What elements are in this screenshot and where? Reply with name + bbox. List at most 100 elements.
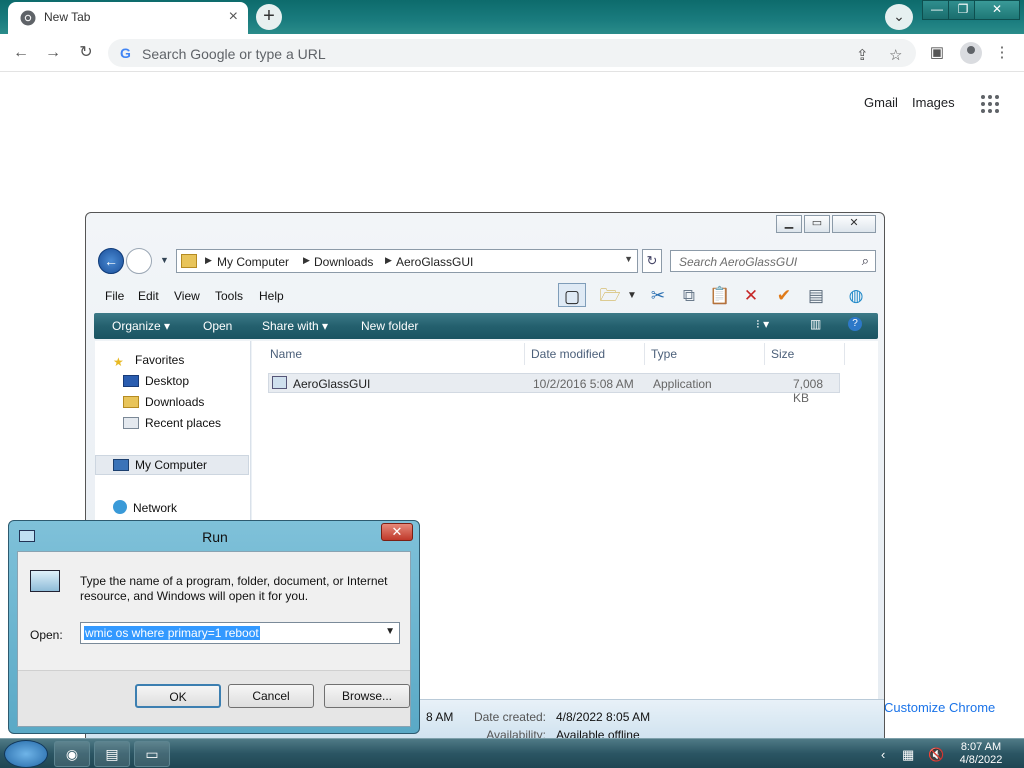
properties-icon[interactable]: ▤: [802, 283, 830, 309]
refresh-icon[interactable]: ↻: [642, 249, 662, 273]
nav-downloads[interactable]: Downloads: [123, 395, 204, 409]
address-dropdown-icon[interactable]: ▼: [624, 254, 633, 264]
run-icon: [30, 570, 60, 592]
browse-button[interactable]: Browse...: [324, 684, 410, 708]
breadcrumb-aeroglassgui[interactable]: AeroGlassGUI: [396, 255, 473, 269]
favorites-star-icon: ★: [113, 355, 124, 369]
new-tab-button[interactable]: +: [256, 4, 282, 30]
reload-icon[interactable]: ↻: [75, 42, 97, 64]
nav-favorites[interactable]: ★ Favorites: [113, 353, 184, 369]
delete-icon[interactable]: ✕: [737, 283, 765, 309]
recent-pages-dropdown-icon[interactable]: ▼: [160, 255, 169, 265]
details-created-label: Date created:: [473, 710, 546, 724]
taskbar-run-icon[interactable]: ▭: [134, 741, 170, 767]
cancel-button[interactable]: Cancel: [228, 684, 314, 708]
column-date-modified[interactable]: Date modified: [531, 347, 605, 361]
explorer-minimize-button[interactable]: ▁: [776, 215, 802, 233]
tab-new-tab[interactable]: New Tab ×: [8, 2, 248, 34]
menu-file[interactable]: File: [105, 289, 124, 303]
star-icon[interactable]: ☆: [889, 46, 902, 64]
explorer-back-icon[interactable]: ←: [98, 248, 124, 274]
gmail-link[interactable]: Gmail: [864, 95, 898, 110]
recent-places-icon: [123, 417, 139, 429]
taskbar-chrome-icon[interactable]: ◉: [54, 741, 90, 767]
column-name[interactable]: Name: [270, 347, 302, 361]
breadcrumb-separator-icon[interactable]: ▶: [205, 255, 212, 266]
clock[interactable]: 8:07 AM 4/8/2022: [956, 741, 1006, 767]
column-type[interactable]: Type: [651, 347, 677, 361]
explorer-maximize-button[interactable]: ▭: [804, 215, 830, 233]
breadcrumb-downloads[interactable]: Downloads: [314, 255, 373, 269]
omnibox[interactable]: G Search Google or type a URL ⇪ ☆: [108, 39, 916, 67]
file-type: Application: [653, 377, 712, 391]
volume-muted-icon[interactable]: 🔇: [928, 747, 944, 763]
customize-chrome-button[interactable]: Customize Chrome: [884, 700, 995, 715]
forward-icon[interactable]: →: [42, 42, 64, 64]
help-icon[interactable]: ?: [848, 317, 862, 331]
breadcrumb-separator-icon[interactable]: ▶: [303, 255, 310, 266]
explorer-window-controls: ▁ ▭ ✕: [776, 215, 876, 233]
desktop-icon: [123, 375, 139, 387]
close-window-button[interactable]: ✕: [974, 0, 1020, 20]
apps-icon[interactable]: [981, 95, 999, 113]
combo-dropdown-icon[interactable]: ▼: [385, 626, 395, 637]
details-created-value: 4/8/2022 8:05 AM: [556, 710, 651, 724]
paste-icon[interactable]: 📋: [706, 283, 734, 309]
network-icon: [113, 500, 127, 514]
file-size: 7,008 KB: [793, 377, 824, 405]
nav-desktop[interactable]: Desktop: [123, 374, 189, 388]
open-button[interactable]: Open: [203, 319, 232, 333]
plus-icon: +: [263, 5, 275, 27]
sidepanel-icon[interactable]: ▣: [926, 42, 948, 64]
layout-pane-icon[interactable]: ▢: [558, 283, 586, 307]
nav-recent-places[interactable]: Recent places: [123, 416, 221, 430]
view-options-icon[interactable]: ⁝ ▾: [756, 317, 769, 331]
start-icon[interactable]: [4, 740, 48, 768]
cut-icon[interactable]: ✂: [644, 283, 672, 309]
nav-my-computer[interactable]: My Computer: [113, 458, 207, 472]
open-label: Open:: [30, 628, 63, 642]
more-icon[interactable]: ⋮: [991, 42, 1013, 64]
taskbar: ◉ ▤ ▭ ‹ ▦ 🔇 8:07 AM 4/8/2022: [0, 738, 1024, 768]
new-folder-button[interactable]: New folder: [361, 319, 418, 333]
menu-view[interactable]: View: [174, 289, 200, 303]
explorer-forward-icon[interactable]: [126, 248, 152, 274]
nav-desktop-label: Desktop: [145, 374, 190, 388]
file-row[interactable]: AeroGlassGUI 10/2/2016 5:08 AM Applicati…: [268, 373, 840, 405]
profile-icon[interactable]: [960, 42, 982, 64]
breadcrumb-separator-icon[interactable]: ▶: [385, 255, 392, 266]
breadcrumb-my-computer[interactable]: My Computer: [217, 255, 289, 269]
images-link[interactable]: Images: [912, 95, 955, 110]
check-icon[interactable]: ✔: [770, 283, 798, 309]
run-command-input[interactable]: wmic os where primary=1 reboot ▼: [80, 622, 400, 644]
menu-edit[interactable]: Edit: [138, 289, 159, 303]
application-icon: [272, 376, 287, 389]
nav-downloads-label: Downloads: [145, 395, 205, 409]
taskbar-explorer-icon[interactable]: ▤: [94, 741, 130, 767]
tab-search-button[interactable]: ⌄: [885, 4, 913, 30]
details-modified-value: 8 AM: [426, 710, 454, 724]
column-size[interactable]: Size: [771, 347, 794, 361]
menu-help[interactable]: Help: [259, 289, 284, 303]
tab-close-icon[interactable]: ×: [229, 8, 238, 26]
explorer-search-input[interactable]: Search AeroGlassGUI ⌕: [670, 250, 876, 272]
organize-button[interactable]: Organize ▾: [112, 319, 170, 333]
chrome-icon: [20, 10, 36, 26]
explorer-close-button[interactable]: ✕: [832, 215, 876, 233]
share-with-button[interactable]: Share with ▾: [262, 319, 328, 333]
preview-pane-icon[interactable]: ▥: [810, 317, 821, 331]
ok-button[interactable]: OK: [135, 684, 221, 708]
menu-tools[interactable]: Tools: [215, 289, 243, 303]
tray-expand-icon[interactable]: ‹: [881, 747, 885, 762]
globe-icon[interactable]: ◍: [842, 283, 870, 309]
address-bar[interactable]: ▶ My Computer ▶ Downloads ▶ AeroGlassGUI…: [176, 249, 638, 273]
nav-network-label: Network: [133, 501, 178, 515]
copy-icon[interactable]: ⧉: [675, 283, 703, 309]
back-icon[interactable]: ←: [10, 42, 32, 64]
network-tray-icon[interactable]: ▦: [902, 747, 914, 763]
search-icon[interactable]: ⌕: [862, 253, 869, 269]
nav-network[interactable]: Network: [113, 500, 177, 515]
run-close-button[interactable]: ✕: [381, 523, 413, 541]
folder-options-dropdown-icon[interactable]: ▼: [618, 283, 646, 309]
share-icon[interactable]: ⇪: [856, 46, 869, 64]
